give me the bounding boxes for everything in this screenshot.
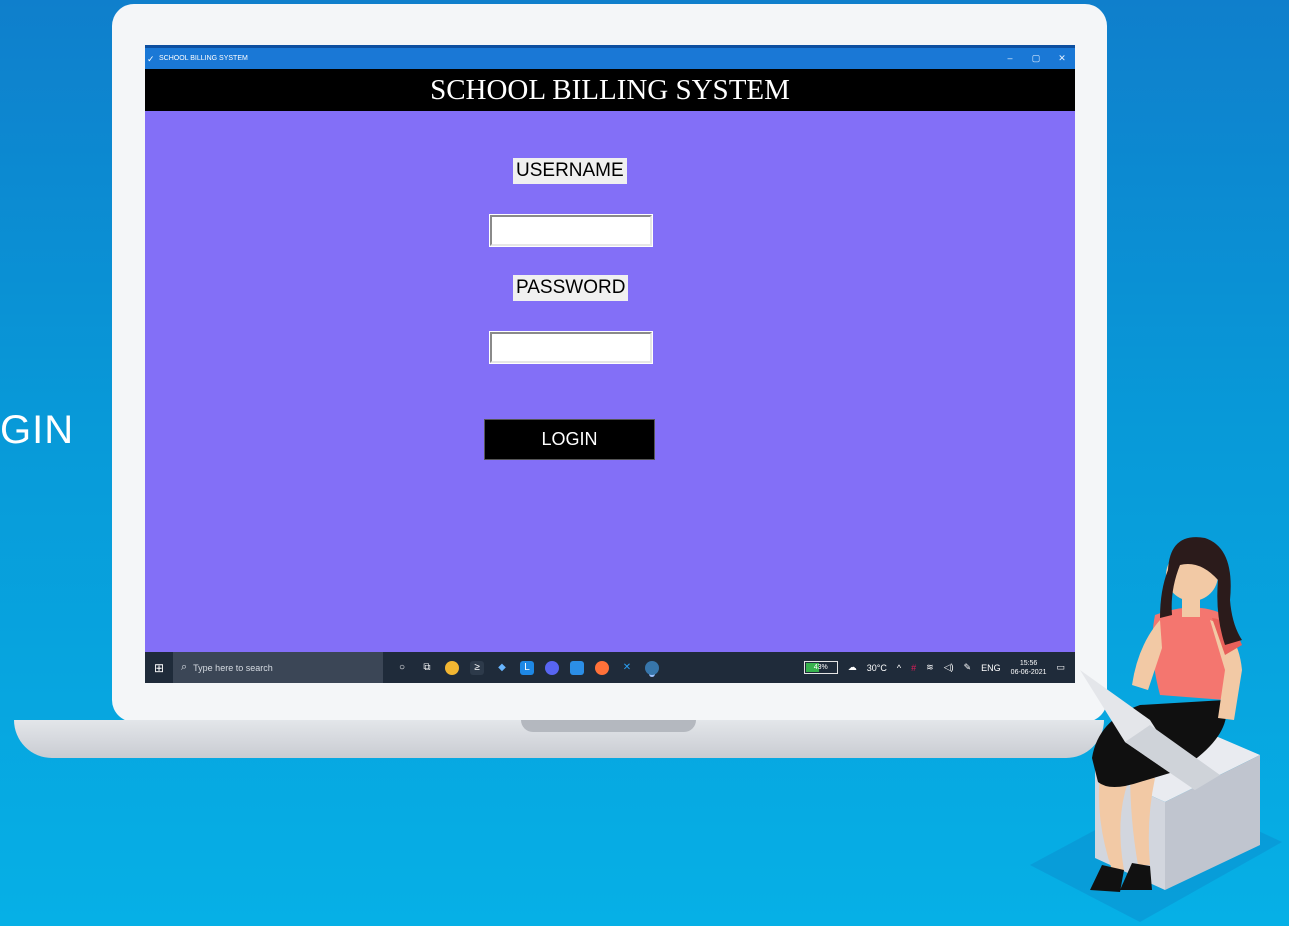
password-input[interactable] [489,331,653,364]
l-app-icon[interactable]: L [520,660,534,675]
vs-icon[interactable]: ◆ [495,661,509,675]
password-label: PASSWORD [513,275,629,301]
terminal-icon[interactable]: ≥ [470,660,484,675]
app-header: SCHOOL BILLING SYSTEM [145,69,1075,111]
battery-percent: 43% [813,664,828,671]
taskbar-search[interactable]: ⌕ Type here to search [173,652,383,683]
discord-icon[interactable] [545,660,559,675]
task-view-icon[interactable]: ⧉ [420,661,434,675]
login-button[interactable]: LOGIN [484,419,655,460]
close-button[interactable]: ✕ [1049,53,1075,64]
minimize-button[interactable]: – [997,53,1023,64]
pen-icon[interactable]: ✎ [964,662,972,673]
username-label: USERNAME [513,158,627,184]
weather-temp[interactable]: 30°C [867,663,887,673]
side-caption: GIN [0,408,75,452]
vscode-icon[interactable]: ✕ [620,661,634,675]
username-input[interactable] [489,214,653,247]
cortana-icon[interactable]: ○ [395,661,409,675]
maximize-button[interactable]: ▢ [1023,53,1049,64]
woman-with-laptop-illustration [1030,537,1282,922]
slack-icon[interactable]: # [911,663,916,673]
firefox-icon[interactable] [595,660,609,675]
taskbar-pinned: ○ ⧉ ≥ ◆ L ✕ [395,660,659,675]
laptop-notch [521,720,696,732]
feather-icon: ✓ [147,53,155,64]
language-indicator[interactable]: ENG [981,663,1001,673]
window-titlebar[interactable]: ✓ SCHOOL BILLING SYSTEM – ▢ ✕ [145,45,1075,69]
mail-icon[interactable] [570,660,584,675]
window-controls: – ▢ ✕ [997,53,1075,64]
weather-icon: ☁ [847,662,857,672]
speaker-icon[interactable]: ◁) [944,662,954,673]
python-icon[interactable] [645,660,659,675]
search-placeholder: Type here to search [193,662,273,673]
chevron-up-icon[interactable]: ^ [897,663,901,673]
battery-indicator[interactable]: 43% [803,661,838,674]
window-title: SCHOOL BILLING SYSTEM [159,55,248,62]
taskbar: ⊞ ⌕ Type here to search ○ ⧉ ≥ ◆ L ✕ 43% … [145,652,1075,683]
chrome-icon[interactable] [445,660,459,675]
search-icon: ⌕ [181,661,188,673]
windows-start-icon[interactable]: ⊞ [145,661,173,675]
app-window: ✓ SCHOOL BILLING SYSTEM – ▢ ✕ SCHOOL BIL… [145,45,1075,683]
wifi-icon[interactable]: ≋ [926,662,934,673]
